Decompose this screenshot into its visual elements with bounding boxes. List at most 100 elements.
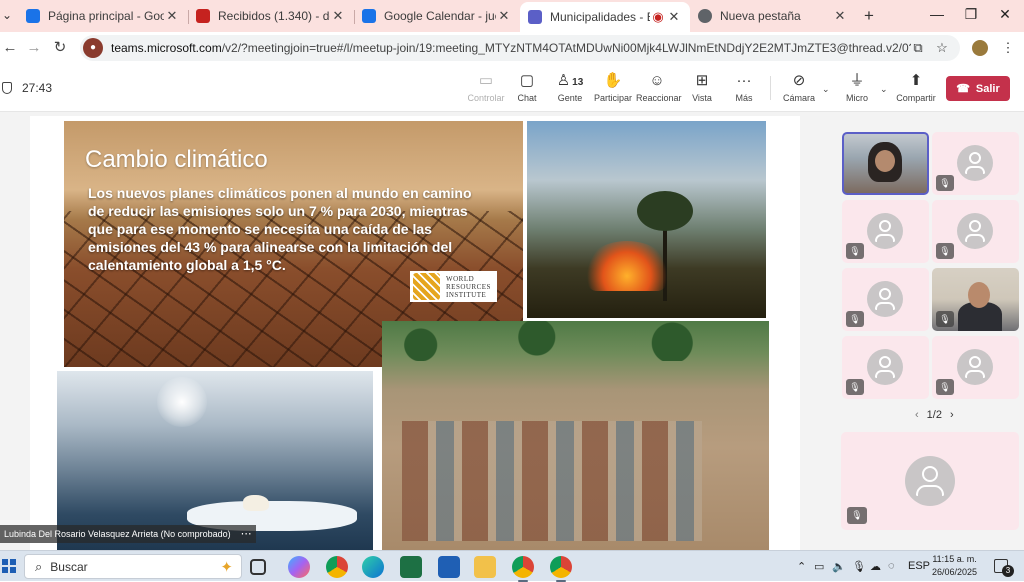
- participant-tile[interactable]: 🎙: [932, 132, 1019, 195]
- camera-button[interactable]: ⊘ Cámara: [782, 72, 816, 108]
- address-bar[interactable]: ● teams.microsoft.com/v2/?meetingjoin=tr…: [80, 35, 960, 61]
- view-button[interactable]: ⊞ Vista: [688, 72, 716, 108]
- participant-tile[interactable]: 🎙: [932, 200, 1019, 263]
- excel-icon[interactable]: [400, 556, 422, 578]
- slide-body-text: Los nuevos planes climáticos ponen al mu…: [88, 185, 472, 273]
- back-icon[interactable]: ←: [0, 38, 20, 58]
- wri-logo-line: WORLD: [446, 274, 475, 283]
- meeting-timer: 27:43: [22, 81, 53, 95]
- leave-label: Salir: [975, 82, 1000, 95]
- participant-tile-video[interactable]: 🎙: [932, 268, 1019, 331]
- tab-google-drive[interactable]: Página principal - Google Dr ✕: [18, 4, 188, 28]
- file-explorer-icon[interactable]: [474, 556, 496, 578]
- bookmark-star-icon[interactable]: ☆: [934, 40, 950, 56]
- chat-label: Chat: [517, 93, 537, 103]
- network-icon[interactable]: ◌: [888, 560, 895, 572]
- avatar: [867, 349, 903, 385]
- profile-avatar[interactable]: [972, 40, 988, 56]
- microphone-button[interactable]: ⏚ Micro: [842, 72, 872, 108]
- hand-icon: ✋: [603, 72, 623, 89]
- share-screen-icon: ⬆: [909, 72, 923, 89]
- people-button[interactable]: ♙ 13 Gente: [552, 72, 588, 108]
- next-page-button[interactable]: ›: [950, 409, 954, 421]
- mic-muted-icon: 🎙: [936, 175, 954, 191]
- avatar: [957, 349, 993, 385]
- page-indicator: 1/2: [926, 409, 942, 421]
- show-hidden-icons-chevron-icon[interactable]: ⌃: [797, 560, 806, 573]
- taskbar-search-box[interactable]: ⌕ Buscar ✦: [24, 554, 242, 579]
- task-view-icon[interactable]: [250, 559, 266, 575]
- participant-tile-video[interactable]: [842, 132, 929, 195]
- more-dots-icon: ···: [736, 72, 752, 89]
- clock-time: 11:15 a. m.: [932, 554, 977, 564]
- chat-button[interactable]: ▢ Chat: [512, 72, 542, 108]
- chrome-running-icon[interactable]: [512, 556, 534, 582]
- taskbar-clock[interactable]: 11:15 a. m. 26/06/2025: [932, 553, 977, 579]
- shared-content-stage: [0, 112, 830, 550]
- control-button[interactable]: ▭ Controlar: [464, 72, 508, 108]
- url-path: /v2/?meetingjoin=true#/l/meetup-join/19:…: [221, 41, 911, 55]
- melting-ice-photo: [57, 371, 373, 550]
- onedrive-icon[interactable]: ☁: [870, 560, 881, 573]
- microphone-label: Micro: [846, 93, 868, 103]
- copilot-icon[interactable]: [288, 556, 310, 578]
- url-host: teams.microsoft.com: [111, 41, 222, 55]
- leave-button[interactable]: ☎ Salir: [946, 76, 1010, 101]
- close-icon[interactable]: ✕: [496, 8, 512, 24]
- share-button[interactable]: ⬆ Compartir: [894, 72, 938, 108]
- teams-icon: [528, 10, 542, 24]
- google-drive-icon: [26, 9, 40, 23]
- participant-tile[interactable]: 🎙: [842, 268, 929, 331]
- avatar: [957, 213, 993, 249]
- previous-page-button[interactable]: ‹: [915, 409, 919, 421]
- participants-gallery: 🎙 🎙 🎙 🎙 🎙 🎙 🎙 ‹ 1/2 › 🎙: [830, 112, 1024, 550]
- browser-menu-icon[interactable]: ⋮: [1000, 40, 1016, 56]
- microphone-options-chevron-icon[interactable]: ⌄: [880, 84, 888, 95]
- google-calendar-icon: [362, 9, 376, 23]
- camera-options-chevron-icon[interactable]: ⌄: [822, 84, 830, 95]
- url-text[interactable]: teams.microsoft.com/v2/?meetingjoin=true…: [111, 41, 911, 55]
- windows-start-icon[interactable]: [2, 559, 16, 573]
- new-tab-button[interactable]: +: [859, 6, 879, 26]
- participant-tile[interactable]: 🎙: [842, 200, 929, 263]
- volume-icon[interactable]: 🔈: [832, 560, 846, 573]
- chrome-profile-running-icon[interactable]: [550, 556, 572, 582]
- participant-tile[interactable]: 🎙: [932, 336, 1019, 399]
- tab-gmail[interactable]: Recibidos (1.340) - dcc.sema ✕: [188, 4, 354, 28]
- raise-hand-button[interactable]: ✋ Participar: [592, 72, 634, 108]
- close-icon[interactable]: ✕: [666, 9, 682, 25]
- reload-icon[interactable]: ↻: [50, 38, 70, 58]
- microphone-permission-icon[interactable]: ●: [83, 38, 103, 58]
- grid-view-icon: ⊞: [695, 72, 709, 89]
- tab-teams-meeting[interactable]: Municipalidades - Estad ◉ ✕: [520, 2, 690, 32]
- battery-saver-icon[interactable]: ▭: [814, 560, 824, 573]
- language-indicator[interactable]: ESP: [908, 560, 930, 572]
- participant-tile[interactable]: 🎙: [842, 336, 929, 399]
- close-icon[interactable]: ✕: [330, 8, 346, 24]
- close-icon[interactable]: ✕: [164, 8, 180, 24]
- tab-search-dropdown-icon[interactable]: ⌄: [2, 8, 12, 22]
- tab-google-calendar[interactable]: Google Calendar - jueves, 26 ✕: [354, 4, 520, 28]
- react-button[interactable]: ☺ Reaccionar: [636, 72, 682, 108]
- notification-count-badge: 3: [1002, 565, 1014, 577]
- chat-icon: ▢: [519, 72, 535, 89]
- more-button[interactable]: ··· Más: [730, 72, 758, 108]
- minimize-icon[interactable]: —: [922, 6, 952, 22]
- participant-tile-large[interactable]: 🎙: [841, 432, 1019, 530]
- avatar: [867, 281, 903, 317]
- word-icon[interactable]: [438, 556, 460, 578]
- avatar: [905, 456, 955, 506]
- forward-icon[interactable]: →: [24, 38, 44, 58]
- close-window-icon[interactable]: ✕: [990, 6, 1020, 23]
- mic-muted-icon: 🎙: [936, 243, 954, 259]
- people-label: Gente: [557, 93, 583, 103]
- tab-new-tab[interactable]: Nueva pestaña ✕: [690, 4, 856, 28]
- chrome-icon[interactable]: [326, 556, 348, 578]
- edge-icon[interactable]: [362, 556, 384, 578]
- close-icon[interactable]: ✕: [832, 8, 848, 24]
- presenter-options-icon[interactable]: ⋯: [241, 525, 252, 543]
- cast-icon[interactable]: ⧉: [910, 40, 926, 56]
- restore-icon[interactable]: ❐: [956, 6, 986, 23]
- presenter-name: Lubinda Del Rosario Velasquez Arrieta (N…: [4, 529, 231, 539]
- microphone-tray-icon[interactable]: 🎙: [852, 560, 866, 573]
